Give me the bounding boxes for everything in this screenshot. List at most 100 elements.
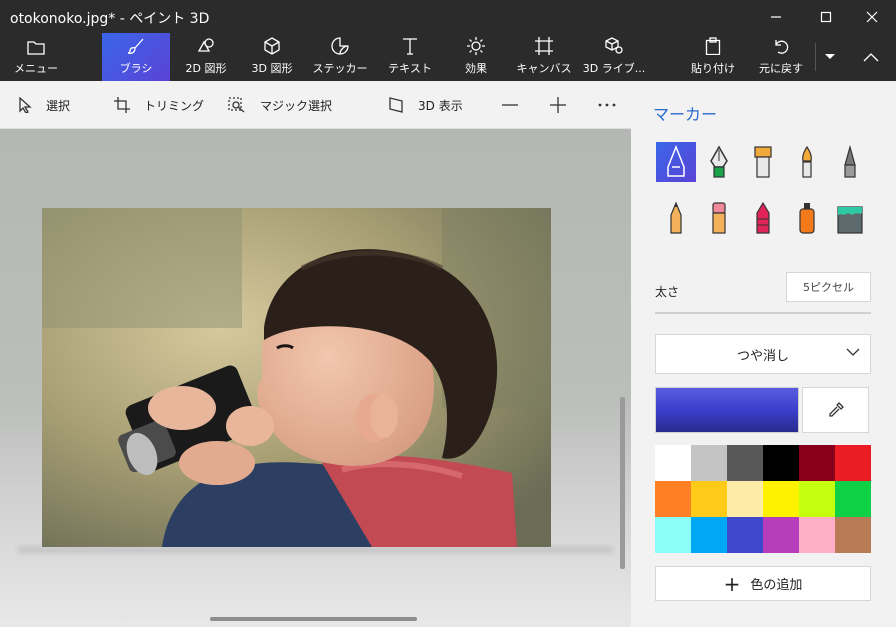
magic-select-button[interactable]: マジック選択 [228, 81, 332, 129]
eraser-tool[interactable] [699, 198, 739, 238]
eyedropper-icon [828, 402, 844, 417]
add-color-label: 色の追加 [750, 578, 803, 593]
watercolor-tool[interactable] [787, 142, 827, 182]
color-swatch[interactable] [691, 481, 727, 517]
clipboard-icon [705, 37, 721, 55]
cube-icon [264, 37, 280, 55]
brush-tab[interactable]: ブラシ [102, 33, 170, 81]
library3d-tab[interactable]: 3D ライブ... [580, 33, 648, 81]
color-swatch[interactable] [799, 445, 835, 481]
finish-value: つや消し [736, 348, 789, 364]
collapse-ribbon-button[interactable] [850, 33, 892, 81]
size-label: 太さ [655, 285, 680, 299]
pencil-tool[interactable] [656, 198, 696, 238]
effects-tab[interactable]: 効果 [450, 33, 502, 81]
size-input[interactable]: 5ピクセル [786, 272, 871, 302]
undo-icon [775, 40, 789, 54]
color-swatch[interactable] [763, 481, 799, 517]
size-slider[interactable] [655, 312, 871, 314]
spray-can-tool[interactable] [787, 198, 827, 238]
color-swatch[interactable] [655, 481, 691, 517]
paste-label: 貼り付け [691, 62, 735, 75]
crop-button[interactable]: トリミング [114, 81, 204, 129]
sticker-tab[interactable]: ステッカー [312, 33, 368, 81]
zoom-out-button[interactable] [502, 81, 532, 129]
color-swatch[interactable] [835, 445, 871, 481]
crop-icon [114, 97, 130, 113]
more-options-button[interactable] [598, 81, 616, 129]
crop-label: トリミング [144, 98, 205, 113]
color-swatch[interactable] [799, 517, 835, 553]
shapes3d-label: 3D 図形 [251, 62, 293, 75]
shapes2d-tab[interactable]: 2D 図形 [178, 33, 234, 81]
pencil-icon [670, 201, 682, 234]
view3d-button[interactable]: 3D 表示 [388, 81, 463, 129]
pixel-pen-tool[interactable] [830, 142, 870, 182]
oil-brush-tool[interactable] [743, 142, 783, 182]
finish-dropdown[interactable]: つや消し [655, 334, 871, 374]
text-tab[interactable]: テキスト [382, 33, 438, 81]
vertical-scrollbar[interactable] [620, 397, 625, 569]
calligraphy-pen-icon [710, 145, 728, 178]
marker-tool[interactable] [656, 142, 696, 182]
cursor-icon [19, 97, 32, 113]
ribbon: メニュー ブラシ 2D 図形 3D 図形 ステッカー テキスト 効果 キャンバス… [0, 33, 896, 81]
paste-button[interactable]: 貼り付け [688, 33, 738, 81]
sun-icon [467, 37, 485, 55]
shapes2d-label: 2D 図形 [185, 62, 227, 75]
add-color-button[interactable]: + 色の追加 [655, 566, 871, 601]
color-swatch[interactable] [655, 445, 691, 481]
color-swatch[interactable] [691, 517, 727, 553]
crayon-icon [756, 201, 770, 234]
fill-bucket-tool[interactable] [830, 198, 870, 238]
chevron-up-icon [863, 53, 879, 62]
brush-icon [127, 38, 144, 54]
title-bar: otokonoko.jpg* - ペイント 3D [0, 0, 896, 33]
caret-down-icon [825, 54, 835, 59]
oil-brush-icon [754, 146, 772, 178]
color-swatch[interactable] [799, 481, 835, 517]
crayon-tool[interactable] [743, 198, 783, 238]
effects-label: 効果 [465, 62, 487, 75]
view-3d-icon [389, 97, 403, 113]
maximize-button[interactable] [804, 0, 848, 33]
chevron-down-icon [846, 348, 860, 356]
color-swatch[interactable] [727, 517, 763, 553]
sticker-icon [331, 37, 349, 55]
plus-icon: + [723, 571, 741, 596]
canvas-tab[interactable]: キャンバス [516, 33, 572, 81]
window-title: otokonoko.jpg* - ペイント 3D [10, 11, 210, 27]
library-3d-icon [605, 37, 623, 54]
undo-button[interactable]: 元に戻す [754, 33, 808, 81]
history-dropdown-button[interactable] [818, 33, 842, 81]
current-color-swatch[interactable] [655, 387, 799, 433]
color-swatch[interactable] [727, 481, 763, 517]
sticker-label: ステッカー [312, 62, 368, 75]
canvas-label: キャンバス [516, 62, 572, 75]
color-swatch[interactable] [691, 445, 727, 481]
color-swatch[interactable] [727, 445, 763, 481]
calligraphy-pen-tool[interactable] [699, 142, 739, 182]
menu-button[interactable]: メニュー [8, 33, 64, 81]
canvas-icon [535, 37, 553, 55]
menu-label: メニュー [14, 62, 58, 75]
zoom-in-button[interactable] [550, 81, 580, 129]
close-button[interactable] [850, 0, 894, 33]
color-palette [655, 445, 871, 553]
canvas-image[interactable] [42, 208, 551, 547]
color-swatch[interactable] [835, 481, 871, 517]
child-photo-illustration [42, 208, 551, 547]
eyedropper-button[interactable] [802, 387, 869, 433]
color-swatch[interactable] [763, 445, 799, 481]
color-swatch[interactable] [835, 517, 871, 553]
brush-panel: マーカー 太さ つや消し + 色の追加 [631, 81, 896, 627]
library3d-label: 3D ライブ... [582, 62, 646, 75]
color-swatch[interactable] [655, 517, 691, 553]
select-button[interactable]: 選択 [18, 81, 70, 129]
shapes3d-tab[interactable]: 3D 図形 [244, 33, 300, 81]
color-swatch[interactable] [763, 517, 799, 553]
minimize-button[interactable] [754, 0, 798, 33]
horizontal-scrollbar[interactable] [210, 617, 417, 621]
fill-bucket-icon [837, 206, 863, 234]
shapes-2d-icon [197, 38, 214, 52]
